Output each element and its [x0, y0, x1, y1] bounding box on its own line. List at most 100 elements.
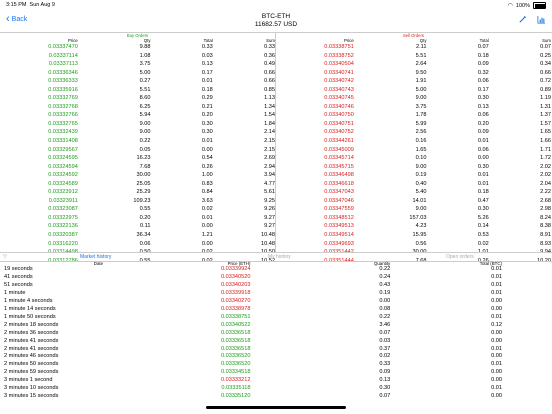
order-row[interactable]: 0.03337113 3.75 0.13 0.49 [0, 60, 275, 69]
settings-wrench-icon[interactable] [518, 15, 527, 26]
order-row[interactable]: 0.03323911 109.23 3.63 9.25 [0, 197, 275, 206]
history-row: 1 minute 50 seconds 0.03338751 0.22 0.01 [0, 314, 552, 322]
order-sum: 0.33 [264, 44, 275, 50]
history-total: 0.00 [491, 369, 502, 376]
order-row[interactable]: 0.03340745 9.00 0.30 1.19 [276, 94, 551, 103]
order-row[interactable]: 0.03345009 1.65 0.06 1.71 [276, 146, 551, 155]
order-total: 1.00 [201, 172, 213, 179]
order-qty: 0.11 [139, 223, 151, 230]
order-row[interactable]: 0.03338752 5.51 0.18 0.25 [276, 52, 551, 61]
order-total: 0.21 [201, 103, 213, 110]
order-qty: 2.64 [415, 61, 427, 68]
order-sum: 2.04 [540, 180, 551, 187]
order-row[interactable]: 0.03347559 9.00 0.30 2.98 [276, 205, 551, 214]
history-total: 0.01 [491, 281, 502, 288]
tab-open-orders[interactable]: Open orders [446, 254, 474, 260]
order-price: 0.03336333 [48, 78, 78, 85]
order-sum: 2.15 [264, 138, 275, 145]
order-row[interactable]: 0.03340504 2.64 0.09 0.34 [276, 60, 551, 69]
order-books: Buy Orders Price Qty Total Sum 0.0333747… [0, 33, 552, 264]
history-date: 3 minutes 10 seconds [4, 385, 59, 392]
order-row[interactable]: 0.03323912 25.29 0.84 5.61 [0, 188, 275, 197]
order-row[interactable]: 0.03322975 0.20 0.01 9.27 [0, 214, 275, 223]
order-row[interactable]: 0.03347046 14.01 0.47 2.68 [276, 197, 551, 206]
sell-orders-panel: Sell Orders Price Qty Total Sum 0.033387… [275, 33, 551, 264]
order-row[interactable]: 0.03335916 5.51 0.18 0.85 [0, 86, 275, 95]
order-qty: 6.25 [139, 103, 151, 110]
buy-orders-table: Price Qty Total Sum 0.03337470 9.88 0.33 0.… [0, 38, 275, 265]
history-date: 1 minute [4, 289, 26, 296]
order-row[interactable]: 0.03347043 5.40 0.18 2.22 [276, 188, 551, 197]
order-qty: 1.65 [415, 146, 427, 153]
order-row[interactable]: 0.03332439 9.00 0.30 2.14 [0, 128, 275, 137]
order-row[interactable]: 0.03345714 0.10 0.00 1.72 [276, 154, 551, 163]
order-row[interactable]: 0.03323087 0.55 0.02 9.26 [0, 205, 275, 214]
history-date: 2 minutes 59 seconds [4, 369, 59, 376]
order-total: 0.20 [477, 120, 489, 127]
order-total: 0.00 [201, 223, 213, 230]
order-total: 0.01 [477, 180, 489, 187]
tab-market-history[interactable]: Market history [80, 254, 111, 260]
tab-my-history[interactable]: My history [268, 254, 291, 260]
order-row[interactable]: 0.03337470 9.88 0.33 0.33 [0, 43, 275, 52]
order-row[interactable]: 0.03332768 6.25 0.21 1.34 [0, 103, 275, 112]
history-row: 1 minute 4 seconds 0.03340270 0.00 0.00 [0, 298, 552, 306]
order-row[interactable]: 0.03332766 5.94 0.20 1.54 [0, 111, 275, 120]
order-total: 0.02 [477, 240, 489, 247]
order-price: 0.03323912 [48, 189, 78, 196]
order-qty: 0.16 [415, 138, 427, 145]
order-price: 0.03324592 [48, 172, 78, 179]
filter-icon[interactable]: ▽ [3, 254, 7, 260]
order-row[interactable]: 0.03344261 0.16 0.01 1.66 [276, 137, 551, 146]
order-row[interactable]: 0.03349514 15.95 0.53 8.91 [276, 231, 551, 240]
order-row[interactable]: 0.03346618 0.40 0.01 2.04 [276, 180, 551, 189]
order-price: 0.03323911 [48, 197, 78, 204]
history-total: 0.00 [491, 393, 502, 400]
order-price: 0.03348512 [324, 214, 354, 221]
order-row[interactable]: 0.03340746 3.75 0.13 1.31 [276, 103, 551, 112]
order-row[interactable]: 0.03324595 16.23 0.54 2.69 [0, 154, 275, 163]
order-total: 0.18 [477, 189, 489, 196]
order-qty: 36.34 [136, 232, 151, 239]
order-row[interactable]: 0.03349513 4.23 0.14 8.38 [276, 222, 551, 231]
order-qty: 1.78 [415, 112, 427, 119]
order-total: 0.32 [477, 69, 489, 76]
history-price: 0.03339918 [220, 289, 251, 296]
order-row[interactable]: 0.03329567 0.05 0.00 2.15 [0, 146, 275, 155]
order-row[interactable]: 0.03324589 25.05 0.83 4.77 [0, 180, 275, 189]
order-row[interactable]: 0.03340750 1.78 0.06 1.37 [276, 111, 551, 120]
order-row[interactable]: 0.03345715 9.00 0.30 2.02 [276, 163, 551, 172]
order-row[interactable]: 0.03340742 1.91 0.06 0.72 [276, 77, 551, 86]
order-row[interactable]: 0.03340741 9.50 0.32 0.66 [276, 69, 551, 78]
history-total: 0.01 [491, 345, 502, 352]
chart-bars-icon[interactable] [537, 15, 546, 26]
order-row[interactable]: 0.03322136 0.11 0.00 9.27 [0, 222, 275, 231]
order-row[interactable]: 0.03349693 0.56 0.02 8.93 [276, 240, 551, 249]
order-row[interactable]: 0.03340743 5.00 0.17 0.89 [276, 86, 551, 95]
status-date: Sun Aug 9 [29, 2, 55, 8]
order-row[interactable]: 0.03331408 0.22 0.01 2.15 [0, 137, 275, 146]
order-row[interactable]: 0.03324594 7.68 0.26 2.94 [0, 163, 275, 172]
order-row[interactable]: 0.03316220 0.06 0.00 10.48 [0, 240, 275, 249]
order-row[interactable]: 0.03338751 2.11 0.07 0.07 [276, 43, 551, 52]
order-price: 0.03345009 [324, 146, 354, 153]
order-row[interactable]: 0.03320387 36.34 1.21 10.48 [0, 231, 275, 240]
order-row[interactable]: 0.03348512 157.03 5.26 8.24 [276, 214, 551, 223]
status-right: ◠ 100% [508, 2, 546, 9]
order-row[interactable]: 0.03346498 0.19 0.01 2.02 [276, 171, 551, 180]
order-row[interactable]: 0.03324592 30.00 1.00 3.94 [0, 171, 275, 180]
order-price: 0.03345715 [324, 163, 354, 170]
history-date: 2 minutes 41 seconds [4, 337, 59, 344]
order-row[interactable]: 0.03337114 1.08 0.03 0.36 [0, 52, 275, 61]
history-total: 0.01 [491, 273, 502, 280]
order-row[interactable]: 0.03332769 8.60 0.29 1.13 [0, 94, 275, 103]
order-qty: 3.75 [139, 61, 151, 68]
order-row[interactable]: 0.03340751 5.99 0.20 1.57 [276, 120, 551, 129]
order-qty: 30.00 [136, 172, 151, 179]
order-row[interactable]: 0.03340752 2.56 0.09 1.65 [276, 128, 551, 137]
order-qty: 4.23 [415, 223, 427, 230]
order-row[interactable]: 0.03332765 9.00 0.30 1.84 [0, 120, 275, 129]
order-row[interactable]: 0.03336333 0.27 0.01 0.66 [0, 77, 275, 86]
order-row[interactable]: 0.03336346 5.00 0.17 0.66 [0, 69, 275, 78]
home-indicator[interactable] [206, 406, 346, 409]
